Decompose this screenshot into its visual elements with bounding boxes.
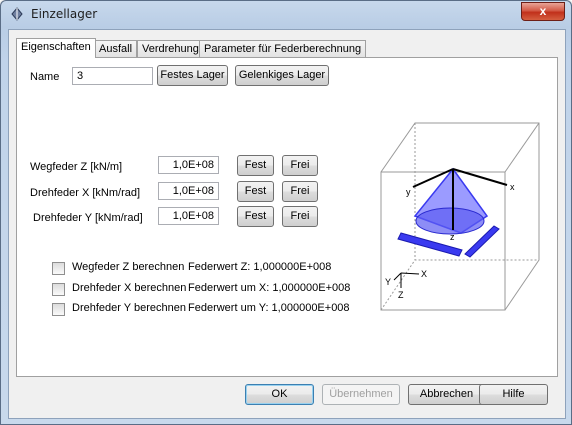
spring-value-input[interactable]: 1,0E+08 bbox=[158, 207, 219, 225]
checkbox[interactable] bbox=[52, 283, 65, 296]
checkbox[interactable] bbox=[52, 262, 65, 275]
help-button[interactable]: Hilfe bbox=[479, 384, 548, 405]
cone-base bbox=[415, 207, 485, 235]
axis-label-z: z bbox=[450, 232, 455, 242]
calc-checkbox-label[interactable]: Drehfeder Y berechnen bbox=[72, 302, 186, 314]
frei-button[interactable]: Frei bbox=[282, 206, 318, 227]
tab-parameter-federberechnung[interactable]: Parameter für Federberechnung bbox=[199, 40, 367, 57]
tab-verdrehung[interactable]: Verdrehung bbox=[137, 40, 204, 57]
spring-label: Drehfeder X [kNm/rad] bbox=[30, 187, 141, 199]
app-icon bbox=[11, 7, 23, 21]
checkbox[interactable] bbox=[52, 303, 65, 316]
legend-axis-x: X bbox=[421, 269, 427, 279]
spring-label: Drehfeder Y [kNm/rad] bbox=[33, 212, 143, 224]
tab-eigenschaften[interactable]: Eigenschaften bbox=[16, 38, 96, 58]
spring-label: Wegfeder Z [kN/m] bbox=[30, 161, 123, 173]
axis-label-x: x bbox=[510, 182, 515, 192]
close-icon: x bbox=[539, 4, 547, 18]
ok-button[interactable]: OK bbox=[245, 384, 314, 405]
calc-checkbox-label[interactable]: Wegfeder Z berechnen bbox=[72, 261, 184, 273]
calc-result-text: Federwert um Y: 1,000000E+008 bbox=[188, 302, 350, 314]
fest-button[interactable]: Fest bbox=[237, 206, 274, 227]
close-button[interactable]: x bbox=[521, 2, 565, 21]
support-3d-diagram: x y z X Y Z bbox=[380, 122, 540, 311]
dialog-client: Eigenschaften Ausfall Verdrehung Paramet… bbox=[8, 29, 566, 419]
spring-value-input[interactable]: 1,0E+08 bbox=[158, 182, 219, 200]
axis-label-y: y bbox=[406, 187, 411, 197]
frei-button[interactable]: Frei bbox=[282, 181, 318, 202]
name-label: Name bbox=[30, 71, 60, 83]
tab-panel-eigenschaften: Name 3 Festes Lager Gelenkiges Lager Weg… bbox=[16, 57, 558, 377]
calc-checkbox-label[interactable]: Drehfeder X berechnen bbox=[72, 282, 186, 294]
frei-button[interactable]: Frei bbox=[282, 155, 318, 176]
cancel-button[interactable]: Abbrechen bbox=[408, 384, 485, 405]
fest-button[interactable]: Fest bbox=[237, 181, 274, 202]
legend-axis-z: Z bbox=[398, 290, 404, 300]
gelenkiges-lager-button[interactable]: Gelenkiges Lager bbox=[235, 65, 329, 86]
window-title: Einzellager bbox=[31, 7, 98, 21]
festes-lager-button[interactable]: Festes Lager bbox=[157, 65, 228, 86]
fest-button[interactable]: Fest bbox=[237, 155, 274, 176]
apply-button[interactable]: Übernehmen bbox=[322, 384, 400, 405]
calc-result-text: Federwert um X: 1,000000E+008 bbox=[188, 282, 351, 294]
dialog-window: Einzellager x Eigenschaften Ausfall Verd… bbox=[0, 0, 572, 425]
spring-value-input[interactable]: 1,0E+08 bbox=[158, 156, 219, 174]
title-bar[interactable]: Einzellager x bbox=[1, 1, 571, 29]
tab-ausfall[interactable]: Ausfall bbox=[94, 40, 138, 57]
name-input[interactable]: 3 bbox=[72, 67, 153, 85]
calc-result-text: Federwert Z: 1,000000E+008 bbox=[188, 261, 332, 273]
legend-axis-y: Y bbox=[385, 277, 391, 287]
